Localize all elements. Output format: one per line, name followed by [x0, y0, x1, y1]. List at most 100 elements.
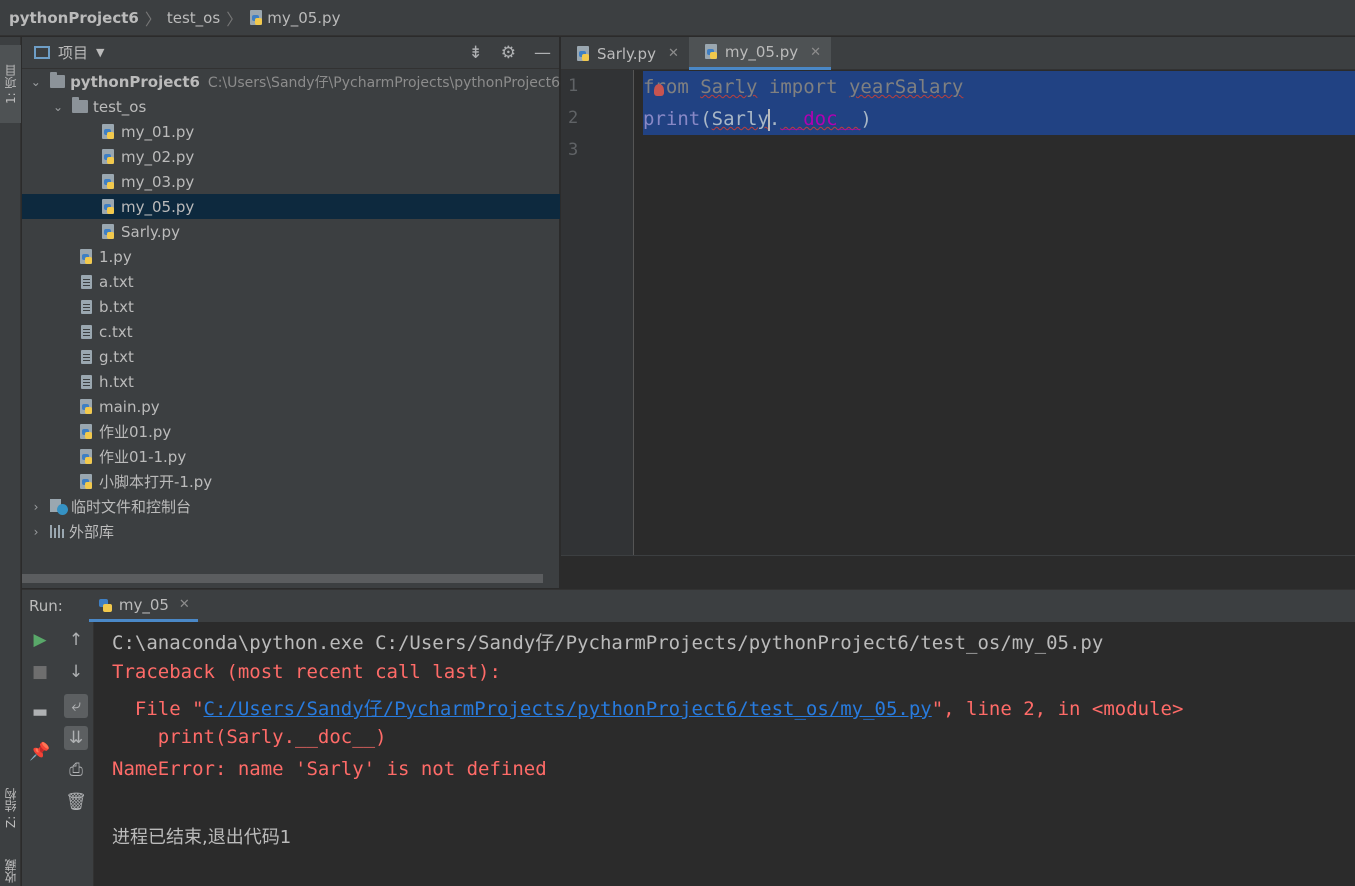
layout-icon[interactable]: ▬	[28, 700, 52, 724]
scroll-to-end-icon[interactable]: ⇊	[64, 726, 88, 750]
pin-icon[interactable]: 📌	[28, 740, 52, 764]
tree-item-file[interactable]: b.txt	[22, 294, 560, 319]
identifier: Sarly	[711, 108, 769, 130]
error-bulb-icon[interactable]	[654, 84, 664, 96]
tree-item-file[interactable]: 作业01.py	[22, 419, 560, 444]
tree-file-name: b.txt	[99, 297, 134, 316]
tree-item-file[interactable]: main.py	[22, 394, 560, 419]
breadcrumb-file[interactable]: my_05.py	[267, 9, 340, 27]
tree-file-name: my_03.py	[121, 172, 195, 191]
breadcrumb-project[interactable]: pythonProject6	[9, 9, 139, 27]
tree-item-external-libs[interactable]: › 外部库	[22, 519, 560, 544]
editor-tabs: Sarly.py ✕ my_05.py ✕	[561, 37, 1355, 70]
tree-item-file[interactable]: c.txt	[22, 319, 560, 344]
arrow-down-icon[interactable]: ↓	[64, 660, 88, 684]
run-toolbar-primary: ▶ ■ ▬ 📌	[22, 622, 58, 886]
close-icon[interactable]: ✕	[668, 46, 679, 61]
gear-icon[interactable]: ⚙	[501, 43, 516, 63]
rerun-icon[interactable]: ▶	[28, 628, 52, 652]
code-line-2[interactable]: print(Sarly.__doc__)	[643, 103, 872, 135]
console-error-message: NameError: name 'Sarly' is not defined	[112, 758, 547, 780]
chevron-down-icon[interactable]: ▼	[96, 46, 104, 59]
scratches-icon	[50, 498, 68, 515]
trash-icon[interactable]: 🗑	[64, 790, 88, 814]
close-icon[interactable]: ✕	[810, 45, 821, 60]
tree-external-libs-name: 外部库	[69, 523, 115, 541]
paren: (	[700, 108, 712, 130]
traceback-file-link[interactable]: C:/Users/Sandy仔/PycharmProjects/pythonPr…	[204, 698, 932, 720]
console-traceback-header: Traceback (most recent call last):	[112, 661, 501, 683]
code-line-1[interactable]: from Sarly import yearSalary	[643, 71, 963, 103]
run-tab[interactable]: my_05 ✕	[88, 590, 198, 622]
editor-tab-my-05[interactable]: my_05.py ✕	[688, 37, 832, 70]
console-output[interactable]: C:\anaconda\python.exe C:/Users/Sandy仔/P…	[94, 622, 1355, 886]
tree-root-name: pythonProject6	[70, 72, 200, 91]
tool-tab-project[interactable]: 1: 项目	[0, 45, 21, 123]
paren: )	[860, 108, 872, 130]
tree-item-file[interactable]: my_03.py	[22, 169, 560, 194]
code-area[interactable]: from Sarly import yearSalary print(Sarly…	[635, 70, 1355, 555]
python-file-icon	[703, 44, 719, 60]
project-view-icon	[34, 46, 50, 59]
tree-item-file[interactable]: 1.py	[22, 244, 560, 269]
chevron-right-icon: 〉	[144, 9, 161, 29]
tool-tab-structure[interactable]: Z: 结构	[0, 772, 21, 844]
tree-item-file[interactable]: my_01.py	[22, 119, 560, 144]
run-tab-label: my_05	[118, 595, 169, 614]
tool-tab-favorites[interactable]: 收藏	[0, 857, 21, 886]
python-icon	[97, 597, 113, 613]
print-icon[interactable]: ⎙	[64, 758, 88, 782]
collapse-all-icon[interactable]: ⇟	[469, 43, 483, 63]
chevron-right-icon[interactable]: ›	[30, 500, 42, 514]
text-file-icon	[78, 324, 94, 340]
run-panel: Run: my_05 ✕ ▶ ■ ▬ 📌 ↑ ↓ ⤶ ⇊ ⎙ 🗑 C:\anac…	[22, 589, 1355, 886]
tree-item-file[interactable]: 小脚本打开-1.py	[22, 469, 560, 494]
python-file-icon	[78, 473, 94, 490]
editor-tab-sarly[interactable]: Sarly.py ✕	[561, 37, 689, 70]
python-file-icon	[100, 223, 116, 240]
stop-icon[interactable]: ■	[28, 660, 52, 684]
tree-item-file[interactable]: g.txt	[22, 344, 560, 369]
tree-item-file-selected[interactable]: my_05.py	[22, 194, 560, 219]
tree-item-folder[interactable]: ⌄ test_os	[22, 94, 560, 119]
module-name: Sarly	[700, 76, 758, 98]
console-exit-message: 进程已结束,退出代码1	[112, 827, 292, 848]
tree-file-name: a.txt	[99, 272, 134, 291]
tree-item-file[interactable]: h.txt	[22, 369, 560, 394]
tree-item-scratches[interactable]: › 临时文件和控制台	[22, 494, 560, 519]
chevron-down-icon[interactable]: ⌄	[30, 75, 42, 89]
text-file-icon	[78, 374, 94, 390]
python-file-icon	[78, 248, 94, 265]
tree-item-file[interactable]: Sarly.py	[22, 219, 560, 244]
text-file-icon	[78, 274, 94, 290]
close-icon[interactable]: ✕	[179, 597, 190, 612]
tree-item-file[interactable]: 作业01-1.py	[22, 444, 560, 469]
console-traceback-file-line: File "C:/Users/Sandy仔/PycharmProjects/py…	[112, 694, 1184, 721]
chevron-right-icon[interactable]: ›	[30, 525, 42, 539]
editor-tab-label: Sarly.py	[597, 44, 656, 63]
project-panel-title[interactable]: 项目	[58, 42, 88, 63]
horizontal-scrollbar[interactable]	[22, 574, 543, 583]
tree-item-file[interactable]: a.txt	[22, 269, 560, 294]
minimize-icon[interactable]: —	[534, 43, 551, 63]
python-file-icon	[100, 173, 116, 190]
run-panel-header: Run: my_05 ✕	[22, 590, 1355, 622]
breadcrumb-folder[interactable]: test_os	[167, 9, 220, 27]
traceback-file-suffix: ", line 2, in <module>	[931, 698, 1184, 720]
builtin-function: print	[643, 108, 701, 130]
import-name: yearSalary	[848, 76, 964, 98]
tree-folder-name: test_os	[93, 97, 147, 116]
chevron-down-icon[interactable]: ⌄	[52, 100, 64, 114]
tree-item-file[interactable]: my_02.py	[22, 144, 560, 169]
python-file-icon	[100, 123, 116, 140]
project-panel: 项目 ▼ ⇟ ⚙ — ⌄ pythonProject6 C:\Users\San…	[22, 37, 560, 588]
dunder-attribute: __doc__	[780, 108, 861, 130]
tree-item-root[interactable]: ⌄ pythonProject6 C:\Users\Sandy仔\Pycharm…	[22, 69, 560, 94]
tool-tab-project-label: 1: 项目	[4, 64, 18, 104]
arrow-up-icon[interactable]: ↑	[64, 628, 88, 652]
navigation-bar: pythonProject6 〉 test_os 〉 my_05.py	[0, 0, 1355, 36]
tree-file-name: 小脚本打开-1.py	[99, 473, 213, 491]
tool-tab-structure-label: Z: 结构	[4, 787, 18, 829]
tree-file-name: 1.py	[99, 247, 132, 266]
soft-wrap-icon[interactable]: ⤶	[64, 694, 88, 718]
